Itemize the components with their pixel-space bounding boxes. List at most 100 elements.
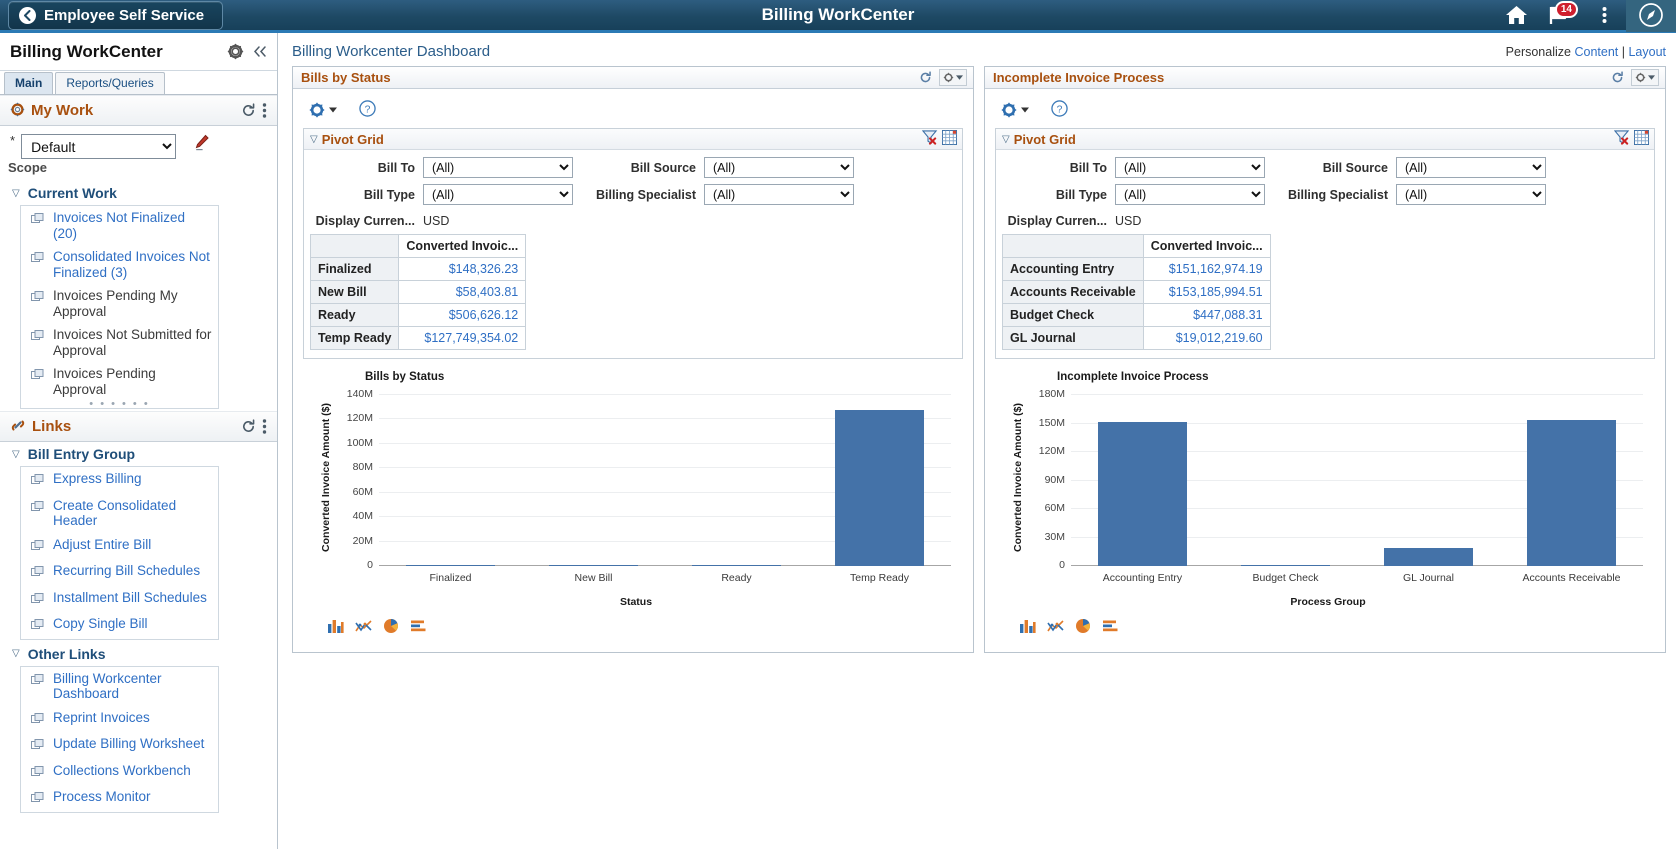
collapse-chevrons-icon[interactable] xyxy=(252,45,267,58)
kebab-menu-icon[interactable] xyxy=(262,102,267,119)
link-express-billing[interactable]: Express Billing xyxy=(53,471,142,487)
home-icon[interactable] xyxy=(1494,0,1538,32)
scope-select[interactable]: Default xyxy=(21,134,177,159)
triangle-down-icon[interactable]: ▽ xyxy=(310,134,318,145)
refresh-icon[interactable] xyxy=(1606,68,1628,88)
link-collections-workbench[interactable]: Collections Workbench xyxy=(53,763,191,779)
line-chart-icon[interactable] xyxy=(355,618,372,634)
back-to-employee-self-service-button[interactable]: Employee Self Service xyxy=(8,0,224,30)
kebab-menu-icon[interactable] xyxy=(262,418,267,435)
list-item[interactable]: Consolidated Invoices Not Finalized (3) xyxy=(21,245,218,284)
filter-bill-type-select[interactable]: (All) xyxy=(1115,184,1265,205)
list-item[interactable]: Collections Workbench xyxy=(21,759,218,786)
link-invoices-not-finalized[interactable]: Invoices Not Finalized (20) xyxy=(53,210,212,241)
pivot-table: Converted Invoic... Finalized $148,326.2… xyxy=(309,234,527,350)
row-value-temp-ready[interactable]: $127,749,354.02 xyxy=(398,326,527,350)
gear-icon[interactable] xyxy=(227,43,244,60)
link-billing-workcenter-dashboard[interactable]: Billing Workcenter Dashboard xyxy=(53,671,212,702)
list-item[interactable]: Reprint Invoices xyxy=(21,706,218,733)
filter-bill-type-select[interactable]: (All) xyxy=(423,184,573,205)
table-row: Temp Ready $127,749,354.02 xyxy=(309,326,527,350)
link-reprint-invoices[interactable]: Reprint Invoices xyxy=(53,710,150,726)
chart-bar[interactable] xyxy=(549,565,638,566)
list-item[interactable]: Express Billing xyxy=(21,467,218,494)
row-value-ready[interactable]: $506,626.12 xyxy=(398,303,527,327)
link-adjust-entire-bill[interactable]: Adjust Entire Bill xyxy=(53,537,151,553)
filter-bill-to-select[interactable]: (All) xyxy=(1115,157,1265,178)
clear-filter-icon[interactable] xyxy=(1613,130,1630,148)
panel-settings-button[interactable] xyxy=(1631,69,1659,86)
row-value-accounting-entry[interactable]: $151,162,974.19 xyxy=(1142,257,1271,281)
grid-options-icon[interactable] xyxy=(1634,130,1649,148)
pivot-options-button[interactable] xyxy=(309,102,337,118)
table-row: New Bill $58,403.81 xyxy=(309,280,527,304)
panel-settings-button[interactable] xyxy=(939,69,967,86)
triangle-down-icon[interactable]: ▽ xyxy=(12,648,20,659)
link-copy-single-bill[interactable]: Copy Single Bill xyxy=(53,616,148,632)
filter-bill-source-select[interactable]: (All) xyxy=(1396,157,1546,178)
chart-bar[interactable] xyxy=(835,409,924,566)
triangle-down-icon[interactable]: ▽ xyxy=(12,449,20,460)
horizontal-bar-chart-icon[interactable] xyxy=(1102,618,1119,634)
bar-chart-icon[interactable] xyxy=(327,618,344,634)
nav-compass-icon[interactable] xyxy=(1626,0,1676,32)
chart-bar[interactable] xyxy=(1098,422,1187,566)
list-item[interactable]: Billing Workcenter Dashboard xyxy=(21,667,218,706)
triangle-down-icon[interactable]: ▽ xyxy=(1002,134,1010,145)
chart-bar[interactable] xyxy=(1527,420,1616,566)
help-question-icon[interactable]: ? xyxy=(359,100,376,120)
filter-billing-specialist-select[interactable]: (All) xyxy=(704,184,854,205)
pie-chart-icon[interactable] xyxy=(1075,618,1091,634)
pivot-options-button[interactable] xyxy=(1001,102,1029,118)
list-item[interactable]: Invoices Not Finalized (20) xyxy=(21,206,218,245)
refresh-icon[interactable] xyxy=(241,103,256,118)
grid-options-icon[interactable] xyxy=(942,130,957,148)
list-item[interactable]: Copy Single Bill xyxy=(21,612,218,639)
chart-bar[interactable] xyxy=(692,565,781,566)
bar-chart[interactable]: Converted Invoice Amount ($) 0 20M 40M 60M 8… xyxy=(313,388,959,594)
personalize-layout-link[interactable]: Layout xyxy=(1628,45,1666,59)
row-value-finalized[interactable]: $148,326.23 xyxy=(398,257,527,281)
triangle-down-icon[interactable]: ▽ xyxy=(12,188,20,199)
refresh-icon[interactable] xyxy=(241,419,256,434)
edit-pencil-icon[interactable] xyxy=(194,134,210,155)
link-installment-bill-schedules[interactable]: Installment Bill Schedules xyxy=(53,590,207,606)
refresh-icon[interactable] xyxy=(914,68,936,88)
personalize-content-link[interactable]: Content xyxy=(1574,45,1618,59)
list-item[interactable]: Recurring Bill Schedules xyxy=(21,559,218,586)
link-process-monitor[interactable]: Process Monitor xyxy=(53,789,151,805)
tab-reports-queries[interactable]: Reports/Queries xyxy=(55,72,165,94)
resize-handle[interactable]: • • • • • • xyxy=(21,399,218,410)
row-value-accounts-receivable[interactable]: $153,185,994.51 xyxy=(1142,280,1271,304)
chart-bar[interactable] xyxy=(406,565,495,566)
link-consolidated-invoices-not-finalized[interactable]: Consolidated Invoices Not Finalized (3) xyxy=(53,249,212,280)
bar-chart-icon[interactable] xyxy=(1019,618,1036,634)
clear-filter-icon[interactable] xyxy=(921,130,938,148)
row-value-budget-check[interactable]: $447,088.31 xyxy=(1142,303,1271,327)
horizontal-bar-chart-icon[interactable] xyxy=(410,618,427,634)
bar-chart[interactable]: Converted Invoice Amount ($) 0 30M 60M 90M 1… xyxy=(1005,388,1651,594)
filter-bill-to-select[interactable]: (All) xyxy=(423,157,573,178)
chart-x-tick: Finalized xyxy=(429,572,472,584)
link-create-consolidated-header[interactable]: Create Consolidated Header xyxy=(53,498,212,529)
chart-bar[interactable] xyxy=(1384,547,1473,566)
tab-main[interactable]: Main xyxy=(4,72,54,94)
link-recurring-bill-schedules[interactable]: Recurring Bill Schedules xyxy=(53,563,200,579)
row-value-new-bill[interactable]: $58,403.81 xyxy=(398,280,527,304)
list-item[interactable]: Create Consolidated Header xyxy=(21,494,218,533)
filter-bill-source-select[interactable]: (All) xyxy=(704,157,854,178)
pie-chart-icon[interactable] xyxy=(383,618,399,634)
pivot-grid-title: Pivot Grid xyxy=(321,131,384,147)
link-update-billing-worksheet[interactable]: Update Billing Worksheet xyxy=(53,736,204,752)
chart-bar[interactable] xyxy=(1241,565,1330,566)
actions-kebab-icon[interactable] xyxy=(1582,0,1626,32)
list-item[interactable]: Process Monitor xyxy=(21,785,218,812)
row-value-gl-journal[interactable]: $19,012,219.60 xyxy=(1142,326,1271,350)
notifications-flag-icon[interactable]: 14 xyxy=(1538,0,1582,32)
filter-billing-specialist-select[interactable]: (All) xyxy=(1396,184,1546,205)
list-item[interactable]: Update Billing Worksheet xyxy=(21,732,218,759)
list-item[interactable]: Adjust Entire Bill xyxy=(21,533,218,560)
help-question-icon[interactable]: ? xyxy=(1051,100,1068,120)
line-chart-icon[interactable] xyxy=(1047,618,1064,634)
list-item[interactable]: Installment Bill Schedules xyxy=(21,586,218,613)
